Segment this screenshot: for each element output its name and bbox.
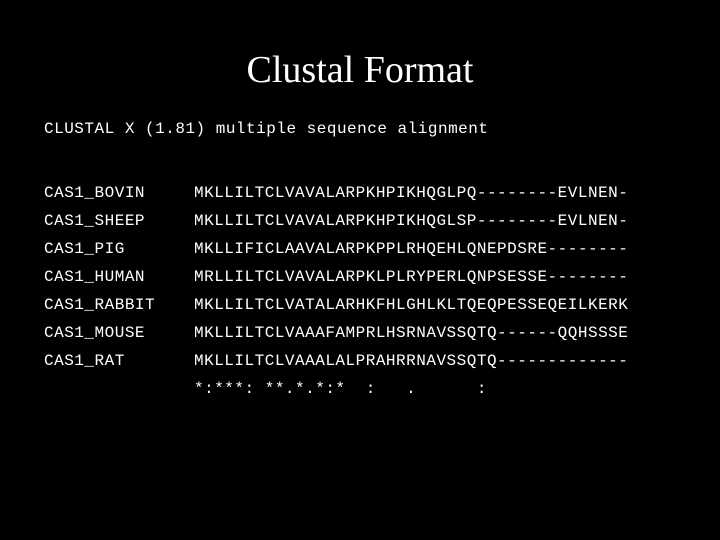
sequence-row: CAS1_SHEEPMKLLILTCLVAVALARPKHPIKHQGLSP--…: [44, 212, 720, 230]
page-title: Clustal Format: [0, 0, 720, 120]
sequence-row: CAS1_BOVINMKLLILTCLVAVALARPKHPIKHQGLPQ--…: [44, 184, 720, 202]
alignment-block: CAS1_BOVINMKLLILTCLVAVALARPKHPIKHQGLPQ--…: [0, 184, 720, 398]
conservation-line: *:***: **.*.*:* : . :: [194, 380, 487, 398]
sequence-name: CAS1_PIG: [44, 240, 194, 258]
sequence-row: CAS1_MOUSEMKLLILTCLVAAAFAMPRLHSRNAVSSQTQ…: [44, 324, 720, 342]
sequence-row: CAS1_RABBITMKLLILTCLVATALARHKFHLGHLKLTQE…: [44, 296, 720, 314]
sequence-data: MKLLILTCLVAAAFAMPRLHSRNAVSSQTQ------QQHS…: [194, 324, 628, 342]
sequence-name: CAS1_SHEEP: [44, 212, 194, 230]
sequence-data: MKLLILTCLVAAALALPRAHRRNAVSSQTQ----------…: [194, 352, 628, 370]
sequence-data: MKLLILTCLVAVALARPKHPIKHQGLSP--------EVLN…: [194, 212, 628, 230]
sequence-data: MKLLIFICLAAVALARPKPPLRHQEHLQNEPDSRE-----…: [194, 240, 628, 258]
sequence-name: CAS1_RABBIT: [44, 296, 194, 314]
sequence-data: MRLLILTCLVAVALARPKLPLRYPERLQNPSESSE-----…: [194, 268, 628, 286]
sequence-name: CAS1_BOVIN: [44, 184, 194, 202]
sequence-row: CAS1_HUMANMRLLILTCLVAVALARPKLPLRYPERLQNP…: [44, 268, 720, 286]
sequence-data: MKLLILTCLVAVALARPKHPIKHQGLPQ--------EVLN…: [194, 184, 628, 202]
sequence-name: CAS1_RAT: [44, 352, 194, 370]
conservation-label: [44, 380, 194, 398]
sequence-name: CAS1_HUMAN: [44, 268, 194, 286]
conservation-row: *:***: **.*.*:* : . :: [44, 380, 720, 398]
sequence-name: CAS1_MOUSE: [44, 324, 194, 342]
sequence-data: MKLLILTCLVATALARHKFHLGHLKLTQEQPESSEQEILK…: [194, 296, 628, 314]
clustal-header: CLUSTAL X (1.81) multiple sequence align…: [0, 120, 720, 184]
sequence-row: CAS1_PIGMKLLIFICLAAVALARPKPPLRHQEHLQNEPD…: [44, 240, 720, 258]
sequence-row: CAS1_RATMKLLILTCLVAAALALPRAHRRNAVSSQTQ--…: [44, 352, 720, 370]
